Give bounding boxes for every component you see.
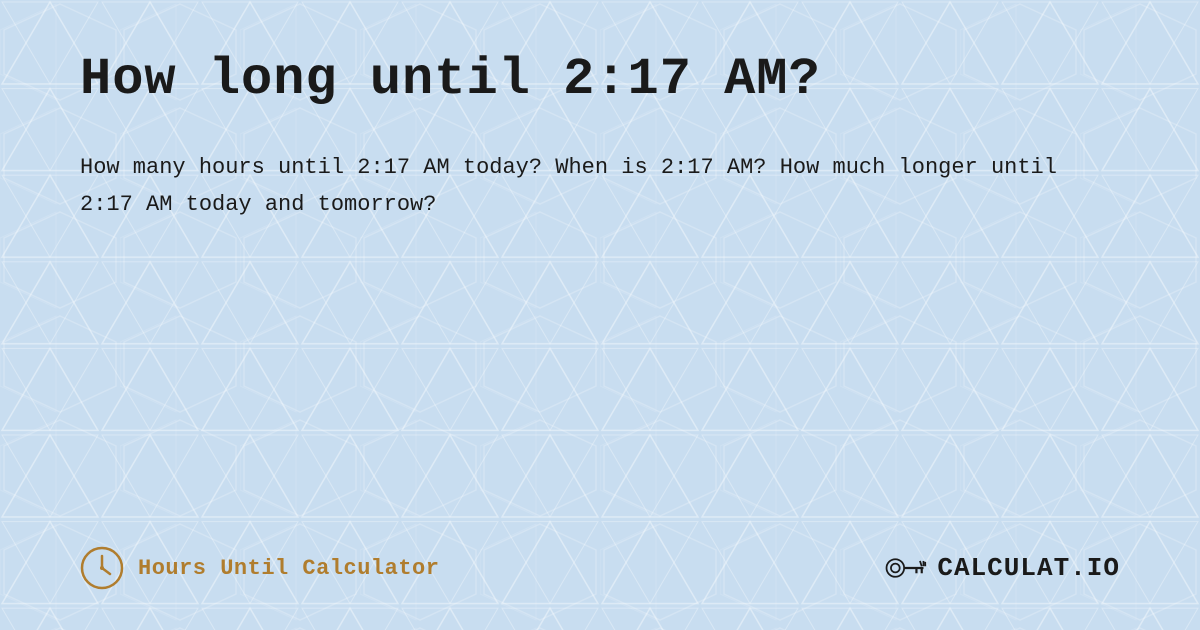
brand-left: Hours Until Calculator bbox=[80, 546, 439, 590]
footer: Hours Until Calculator CALCULAT.IO bbox=[80, 546, 1120, 590]
page-description: How many hours until 2:17 AM today? When… bbox=[80, 149, 1080, 224]
brand-right: CALCULAT.IO bbox=[883, 546, 1120, 590]
calculator-key-icon bbox=[883, 546, 927, 590]
clock-icon bbox=[80, 546, 124, 590]
page-title: How long until 2:17 AM? bbox=[80, 50, 1120, 109]
brand-right-label: CALCULAT.IO bbox=[937, 553, 1120, 583]
brand-left-label: Hours Until Calculator bbox=[138, 556, 439, 581]
